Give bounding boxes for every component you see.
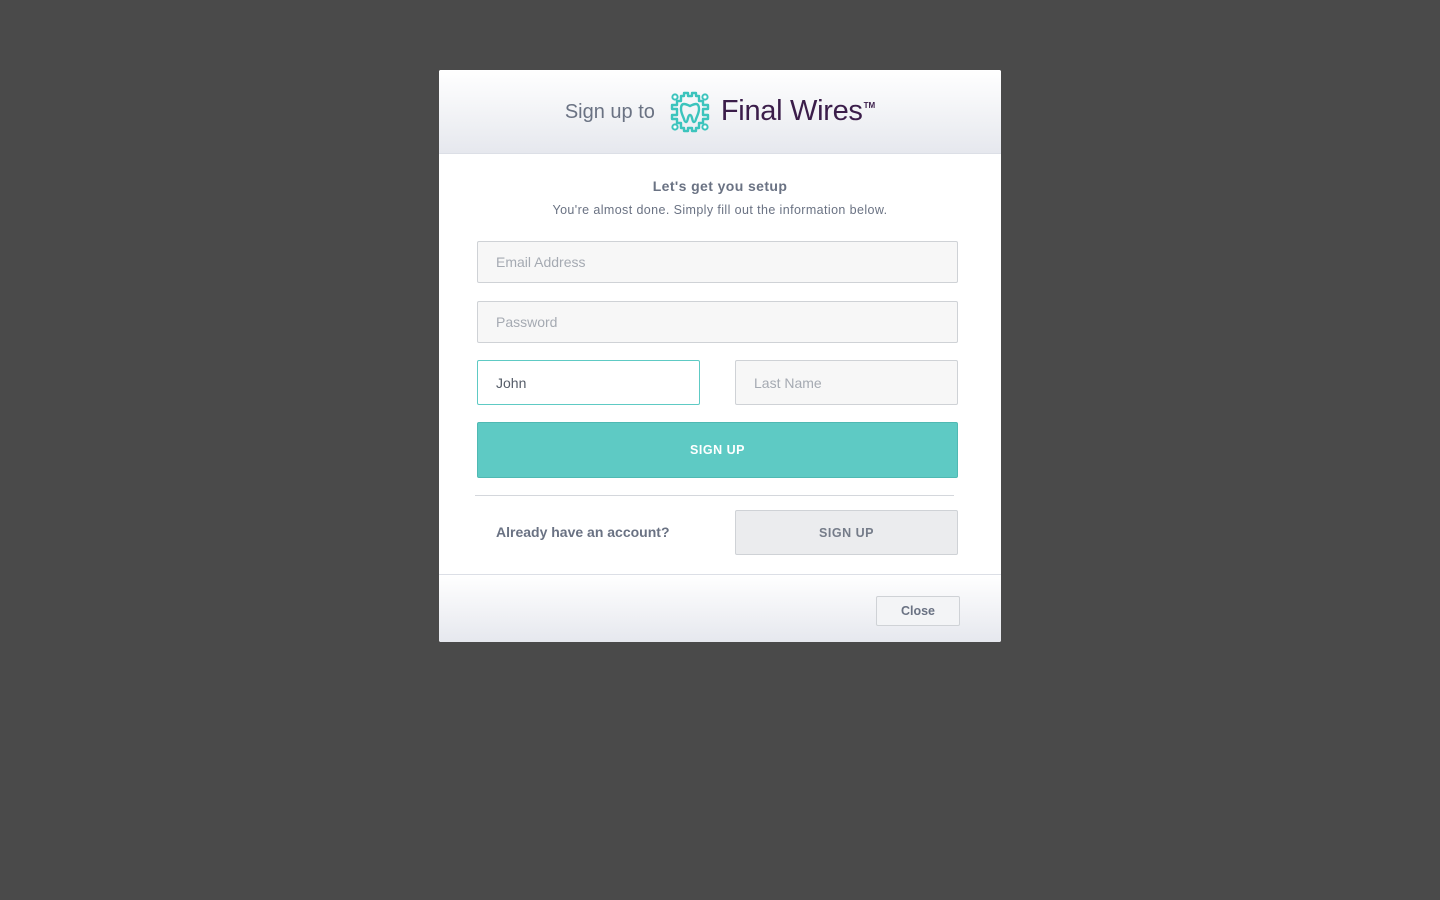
last-name-field[interactable]: [735, 360, 958, 405]
brand-name: Final Wires: [720, 95, 863, 127]
tooth-gear-icon: [670, 91, 710, 132]
modal-header: Sign up to Final Wires TM: [439, 70, 1001, 154]
modal-footer: Close: [439, 574, 1001, 642]
password-field[interactable]: [477, 301, 958, 343]
divider: [475, 495, 954, 496]
header-title-prefix: Sign up to: [564, 101, 655, 123]
email-field[interactable]: [477, 241, 958, 283]
close-button[interactable]: Close: [876, 596, 960, 626]
modal-subheading: You're almost done. Simply fill out the …: [552, 203, 888, 217]
sign-up-button[interactable]: SIGN UP: [477, 422, 958, 478]
brand-trademark: TM: [863, 101, 876, 110]
existing-account-prompt: Already have an account?: [496, 524, 670, 540]
signup-modal: Sign up to Final Wires TM Let's get you …: [439, 70, 1001, 642]
first-name-field[interactable]: [477, 360, 700, 405]
modal-heading: Let's get you setup: [652, 178, 788, 194]
existing-account-sign-up-button[interactable]: SIGN UP: [735, 510, 958, 555]
